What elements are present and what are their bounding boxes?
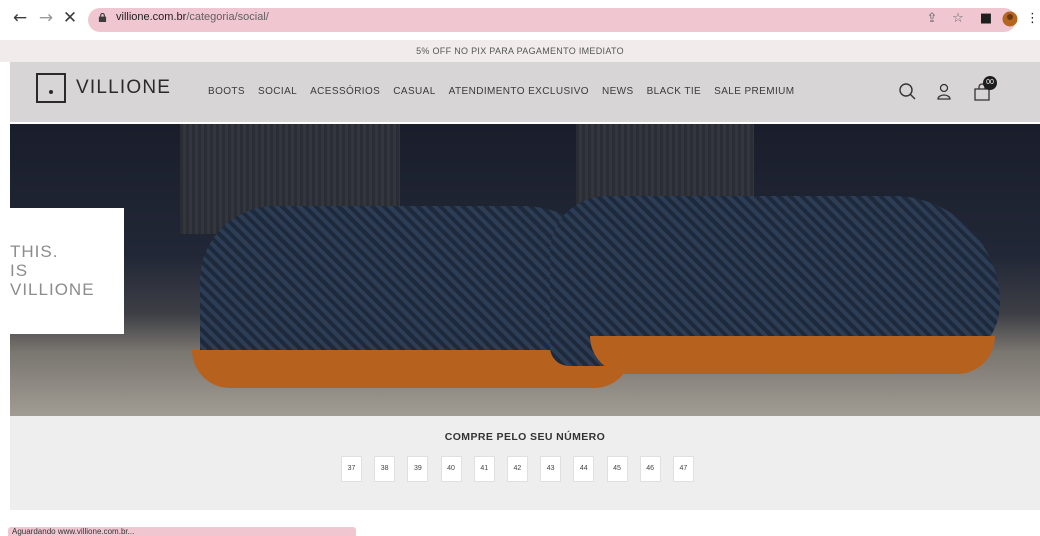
hero-tagline-card: THIS. IS VILLIONE [10,208,124,334]
hero-line-this: THIS. [10,242,59,261]
shopping-bag-button[interactable]: 00 [972,76,997,102]
hero-line-villione: VILLIONE [10,280,95,299]
hero-banner[interactable]: THIS. IS VILLIONE [10,124,1040,416]
size-button-44[interactable]: 44 [573,456,595,482]
url-text: villione.com.br/categoria/social/ [116,11,269,23]
size-selector-title: COMPRE PELO SEU NÚMERO [444,431,606,443]
logo-text: VILLIONE [76,77,172,98]
trouser-leg-right [576,124,754,206]
size-button-41[interactable]: 41 [473,456,495,482]
site-header: VILLIONE BOOTS SOCIAL ACESSÓRIOS CASUAL … [10,62,1040,122]
menu-item-atendimento-exclusivo[interactable]: ATENDIMENTO EXCLUSIVO [449,86,589,97]
search-icon[interactable] [898,82,918,102]
size-button-40[interactable]: 40 [440,456,462,482]
browser-status-bar: Aguardando www.villione.com.br... [8,527,356,536]
announcement-bar: 5% OFF NO PIX PARA PAGAMENTO IMEDIATO [0,40,1040,62]
back-arrow-icon[interactable]: ← [10,8,30,28]
menu-item-casual[interactable]: CASUAL [393,86,435,97]
main-menu: BOOTS SOCIAL ACESSÓRIOS CASUAL ATENDIMEN… [208,86,808,97]
sidepanel-icon[interactable]: ■ [978,11,994,27]
size-selector-section: COMPRE PELO SEU NÚMERO 37 38 39 40 41 42… [10,416,1040,510]
profile-avatar[interactable] [1002,11,1018,27]
menu-item-news[interactable]: NEWS [602,86,634,97]
size-buttons: 37 38 39 40 41 42 43 44 45 46 47 [341,456,706,482]
size-button-47[interactable]: 47 [672,456,694,482]
address-bar[interactable]: villione.com.br/categoria/social/ [88,8,1016,32]
menu-item-sale-premium[interactable]: SALE PREMIUM [714,86,794,97]
bookmark-star-icon[interactable]: ☆ [950,11,966,27]
url-domain: villione.com.br [116,11,187,23]
size-button-46[interactable]: 46 [639,456,661,482]
size-button-38[interactable]: 38 [374,456,396,482]
menu-item-acessorios[interactable]: ACESSÓRIOS [310,86,380,97]
villione-logo[interactable]: VILLIONE [36,73,186,107]
lock-icon [98,13,107,22]
browser-toolbar: ← → ✕ villione.com.br/categoria/social/ … [0,0,1040,40]
menu-item-black-tie[interactable]: BLACK TIE [647,86,702,97]
user-account-icon[interactable] [934,82,954,102]
url-path: /categoria/social/ [186,11,269,23]
stop-loading-icon[interactable]: ✕ [60,8,80,28]
forward-arrow-icon[interactable]: → [36,8,56,28]
size-button-39[interactable]: 39 [407,456,429,482]
status-text: Aguardando www.villione.com.br... [12,527,135,536]
size-button-42[interactable]: 42 [506,456,528,482]
share-icon[interactable]: ⇪ [924,11,940,27]
logo-mark-icon [36,73,66,103]
menu-item-social[interactable]: SOCIAL [258,86,297,97]
size-button-45[interactable]: 45 [606,456,628,482]
kebab-menu-icon[interactable]: ⋮ [1026,11,1039,27]
shoe-right-sole [590,336,995,374]
size-button-43[interactable]: 43 [540,456,562,482]
hero-line-is: IS [10,261,29,280]
cart-count-badge: 00 [983,76,997,90]
size-button-37[interactable]: 37 [341,456,362,482]
menu-item-boots[interactable]: BOOTS [208,86,245,97]
